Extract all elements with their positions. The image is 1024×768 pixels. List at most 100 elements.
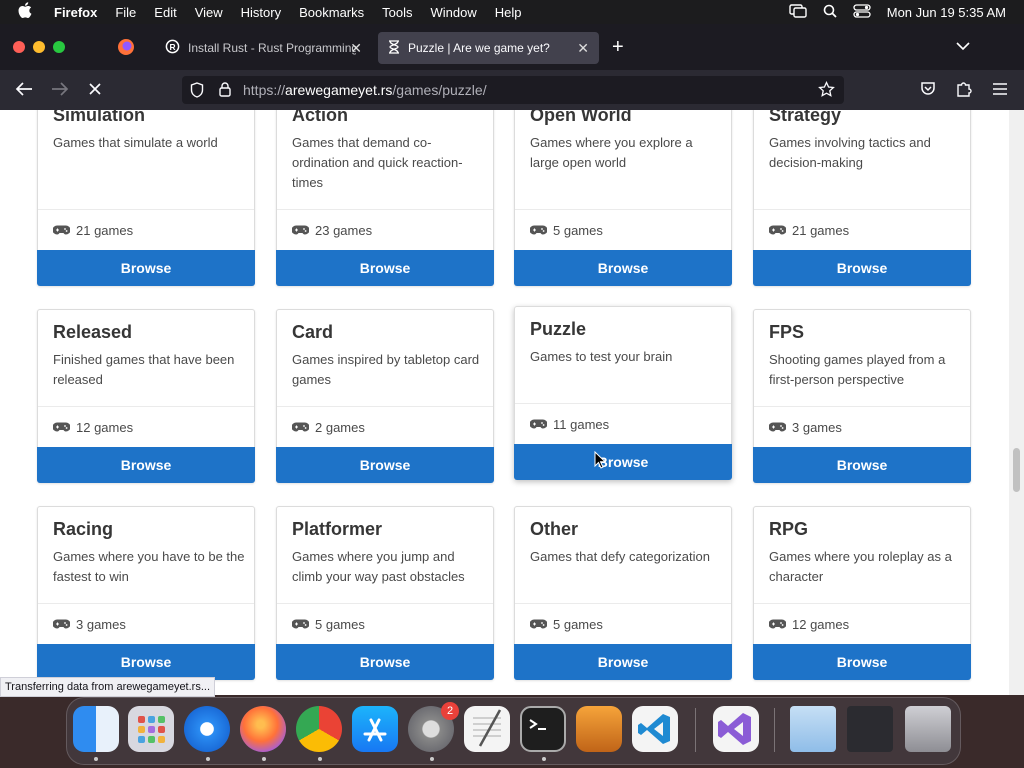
category-title: Released: [53, 322, 133, 342]
hamburger-menu-icon[interactable]: [992, 82, 1008, 101]
address-bar[interactable]: https://arewegameyet.rs/games/puzzle/: [182, 76, 844, 104]
game-count: 5 games: [291, 617, 365, 632]
close-tab-icon[interactable]: ✕: [350, 40, 362, 57]
visual-studio-icon[interactable]: [713, 706, 759, 752]
card-divider: [754, 209, 970, 210]
game-count: 5 games: [529, 223, 603, 238]
category-title: Strategy: [769, 110, 842, 125]
game-count-text: 21 games: [792, 223, 850, 238]
browse-button[interactable]: Browse: [276, 644, 494, 680]
garageband-icon[interactable]: [576, 706, 622, 752]
category-description: Games where you explore a large open wor…: [530, 135, 693, 170]
tab-title: Puzzle | Are we game yet?: [408, 41, 550, 55]
category-description: Shooting games played from a first-perso…: [769, 352, 946, 387]
card-divider: [754, 406, 970, 407]
card-divider: [38, 406, 254, 407]
browse-button[interactable]: Browse: [514, 444, 732, 480]
category-title: Puzzle: [530, 319, 587, 339]
finder-icon[interactable]: [73, 706, 119, 752]
stop-loading-icon[interactable]: [88, 82, 102, 101]
card-divider: [754, 603, 970, 604]
menu-window[interactable]: Window: [431, 5, 477, 20]
browse-button[interactable]: Browse: [514, 644, 732, 680]
launchpad-icon[interactable]: [128, 706, 174, 752]
safari-icon[interactable]: [184, 706, 230, 752]
browse-button[interactable]: Browse: [276, 447, 494, 483]
menu-file[interactable]: File: [115, 5, 136, 20]
terminal-icon[interactable]: [520, 706, 566, 752]
firefox-icon[interactable]: [240, 706, 286, 752]
padlock-icon[interactable]: [219, 82, 231, 100]
extensions-puzzle-icon[interactable]: [956, 80, 972, 102]
card-divider: [38, 209, 254, 210]
game-count-text: 12 games: [792, 617, 850, 632]
window-zoom-button[interactable]: [53, 41, 65, 53]
gamepad-icon: [768, 617, 787, 632]
category-title: RPG: [769, 519, 809, 539]
svg-text:R: R: [169, 42, 175, 52]
browse-button[interactable]: Browse: [37, 447, 255, 483]
close-tab-icon[interactable]: ✕: [577, 40, 589, 57]
category-card: Racing Games where you have to be the fas…: [37, 506, 255, 680]
screen-mirroring-icon[interactable]: [789, 3, 807, 21]
browse-button[interactable]: Browse: [37, 250, 255, 286]
browse-button[interactable]: Browse: [514, 250, 732, 286]
browse-button[interactable]: Browse: [753, 447, 971, 483]
category-title: FPS: [769, 322, 805, 342]
chrome-icon[interactable]: [296, 706, 342, 752]
tab-install-rust[interactable]: R Install Rust - Rust Programming ✕: [155, 32, 372, 64]
browse-button[interactable]: Browse: [276, 250, 494, 286]
window-close-button[interactable]: [13, 41, 25, 53]
menu-view[interactable]: View: [195, 5, 223, 20]
gamepad-icon: [52, 420, 71, 435]
gamepad-icon: [768, 420, 787, 435]
browse-button[interactable]: Browse: [753, 644, 971, 680]
downloads-folder-icon[interactable]: [790, 706, 836, 752]
tab-title: Install Rust - Rust Programming: [188, 41, 356, 55]
category-card: Action Games that demand co-ordination an…: [276, 110, 494, 286]
category-description: Games where you roleplay as a character: [769, 549, 952, 584]
screenshot-stack-icon[interactable]: [847, 706, 893, 752]
url-text[interactable]: https://arewegameyet.rs/games/puzzle/: [243, 82, 487, 98]
status-panel: Transferring data from arewegameyet.rs..…: [0, 677, 216, 697]
menu-history[interactable]: History: [241, 5, 281, 20]
category-description: Games inspired by tabletop card games: [292, 352, 480, 387]
textedit-icon[interactable]: [464, 706, 510, 752]
category-card: Open World Games where you explore a larg…: [514, 110, 732, 286]
browse-button[interactable]: Browse: [753, 250, 971, 286]
firefox-view-icon[interactable]: [117, 38, 135, 61]
forward-arrow-icon[interactable]: [51, 81, 69, 102]
menu-help[interactable]: Help: [495, 5, 522, 20]
apple-menu-icon[interactable]: [18, 2, 38, 22]
category-card: Released Finished games that have been re…: [37, 309, 255, 483]
tab-puzzle-active[interactable]: Puzzle | Are we game yet? ✕: [378, 32, 599, 64]
control-center-icon[interactable]: [853, 3, 871, 21]
game-count-text: 5 games: [553, 223, 603, 238]
window-minimize-button[interactable]: [33, 41, 45, 53]
vertical-scrollbar-thumb[interactable]: [1013, 448, 1020, 492]
pocket-icon[interactable]: [920, 81, 936, 102]
card-divider: [277, 406, 493, 407]
menu-app-name[interactable]: Firefox: [54, 5, 97, 20]
tracking-protection-shield-icon[interactable]: [190, 82, 204, 101]
vertical-scrollbar-track[interactable]: [1009, 110, 1024, 695]
app-store-icon[interactable]: [352, 706, 398, 752]
bookmark-star-icon[interactable]: [818, 80, 835, 101]
browse-button[interactable]: Browse: [37, 644, 255, 680]
category-description: Games that defy categorization: [530, 549, 710, 564]
game-count: 12 games: [768, 617, 850, 632]
new-tab-icon[interactable]: +: [612, 36, 624, 59]
spotlight-search-icon[interactable]: [823, 4, 837, 21]
url-prefix: https://: [243, 82, 286, 98]
category-description: Games where you have to be the fastest t…: [53, 549, 245, 584]
menu-edit[interactable]: Edit: [154, 5, 176, 20]
menu-tools[interactable]: Tools: [382, 5, 412, 20]
back-arrow-icon[interactable]: [15, 81, 33, 102]
trash-icon[interactable]: [905, 706, 951, 752]
card-divider: [277, 603, 493, 604]
menubar-clock[interactable]: Mon Jun 19 5:35 AM: [887, 5, 1006, 20]
menu-bookmarks[interactable]: Bookmarks: [299, 5, 364, 20]
category-card: RPG Games where you roleplay as a charact…: [753, 506, 971, 680]
list-all-tabs-chevron-icon[interactable]: [956, 38, 970, 56]
vscode-icon[interactable]: [632, 706, 678, 752]
